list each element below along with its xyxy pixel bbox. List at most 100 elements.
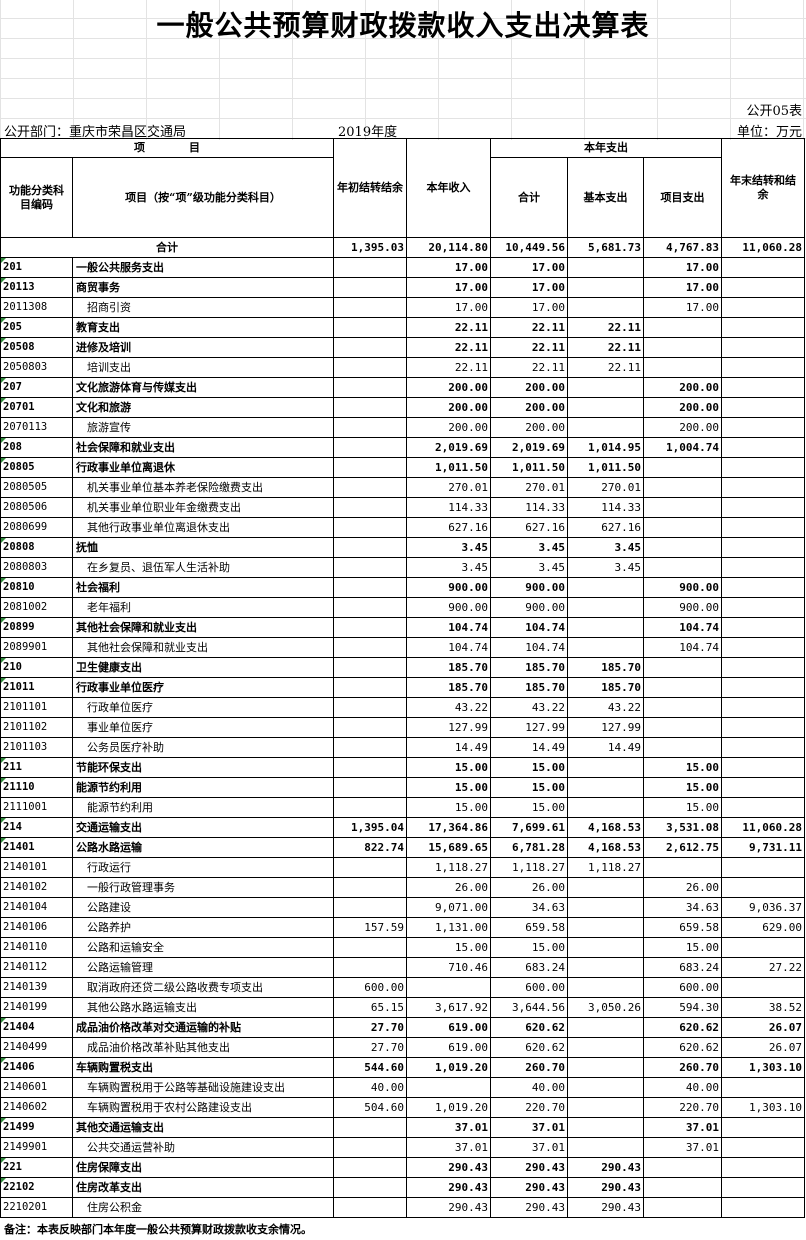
row-basic (567, 877, 644, 898)
row-end (721, 497, 805, 518)
table-row: 2140139 取消政府还贷二级公路收费专项支出 600.00 600.00 600.0… (0, 977, 805, 998)
row-subtotal: 114.33 (490, 497, 568, 518)
row-project: 200.00 (643, 417, 722, 438)
row-code: 2070113 (0, 417, 73, 438)
row-basic (567, 277, 644, 298)
row-subtotal: 37.01 (490, 1137, 568, 1158)
row-begin (333, 857, 407, 878)
row-basic (567, 597, 644, 618)
row-project: 37.01 (643, 1117, 722, 1138)
row-project: 17.00 (643, 297, 722, 318)
row-begin: 600.00 (333, 977, 407, 998)
row-code: 21404 (0, 1017, 73, 1038)
table-row: 2101101 行政单位医疗 43.22 43.22 43.22 (0, 697, 805, 718)
row-project: 17.00 (643, 257, 722, 278)
row-begin: 40.00 (333, 1077, 407, 1098)
row-project (643, 697, 722, 718)
row-name: 其他社会保障和就业支出 (72, 637, 334, 658)
row-subtotal: 37.01 (490, 1117, 568, 1138)
row-code: 207 (0, 377, 73, 398)
row-basic: 627.16 (567, 517, 644, 538)
row-end (721, 637, 805, 658)
row-subtotal: 7,699.61 (490, 817, 568, 838)
row-basic: 290.43 (567, 1197, 644, 1218)
row-income (406, 977, 491, 998)
header-code: 功能分类科目编码 (0, 157, 73, 238)
table-row: 21011 行政事业单位医疗 185.70 185.70 185.70 (0, 677, 805, 698)
row-code: 214 (0, 817, 73, 838)
table-row: 21406 车辆购置税支出 544.60 1,019.20 260.70 260.70 1,… (0, 1057, 805, 1078)
row-project: 659.58 (643, 917, 722, 938)
row-subtotal: 200.00 (490, 397, 568, 418)
row-end (721, 737, 805, 758)
row-begin (333, 357, 407, 378)
row-end (721, 517, 805, 538)
total-label: 合计 (0, 237, 334, 258)
row-code: 211 (0, 757, 73, 778)
row-project (643, 477, 722, 498)
row-code: 2080803 (0, 557, 73, 578)
table-row: 2140199 其他公路水路运输支出 65.15 3,617.92 3,644.56 3,… (0, 997, 805, 1018)
cell-marker-icon (1, 838, 6, 843)
row-begin (333, 497, 407, 518)
row-basic: 114.33 (567, 497, 644, 518)
row-begin: 822.74 (333, 837, 407, 858)
row-begin (333, 317, 407, 338)
table-row: 2140101 行政运行 1,118.27 1,118.27 1,118.27 (0, 857, 805, 878)
row-code: 201 (0, 257, 73, 278)
row-income: 17.00 (406, 277, 491, 298)
row-income: 22.11 (406, 317, 491, 338)
row-code: 2140110 (0, 937, 73, 958)
row-project: 900.00 (643, 577, 722, 598)
row-subtotal: 659.58 (490, 917, 568, 938)
row-project (643, 357, 722, 378)
cell-marker-icon (1, 398, 6, 403)
row-name: 文化旅游体育与传媒支出 (72, 377, 334, 398)
row-name: 机关事业单位职业年金缴费支出 (72, 497, 334, 518)
row-project: 104.74 (643, 617, 722, 638)
table-row: 22102 住房改革支出 290.43 290.43 290.43 (0, 1177, 805, 1198)
row-project: 683.24 (643, 957, 722, 978)
row-project: 15.00 (643, 937, 722, 958)
row-begin (333, 377, 407, 398)
row-code: 221 (0, 1157, 73, 1178)
row-project (643, 337, 722, 358)
row-subtotal: 22.11 (490, 357, 568, 378)
header-item-name: 项目（按“项”级功能分类科目） (72, 157, 334, 238)
row-basic: 290.43 (567, 1157, 644, 1178)
row-end (721, 877, 805, 898)
row-basic (567, 897, 644, 918)
row-name: 一般行政管理事务 (72, 877, 334, 898)
row-end: 26.07 (721, 1037, 805, 1058)
table-row: 2140112 公路运输管理 710.46 683.24 683.24 27.22 (0, 957, 805, 978)
row-income: 17.00 (406, 297, 491, 318)
row-end (721, 777, 805, 798)
row-income: 270.01 (406, 477, 491, 498)
row-subtotal: 104.74 (490, 617, 568, 638)
row-subtotal: 3.45 (490, 537, 568, 558)
row-basic (567, 1117, 644, 1138)
table-row: 2111001 能源节约利用 15.00 15.00 15.00 (0, 797, 805, 818)
row-code: 2101103 (0, 737, 73, 758)
row-income: 1,019.20 (406, 1097, 491, 1118)
row-project: 37.01 (643, 1137, 722, 1158)
row-end (721, 297, 805, 318)
row-begin (333, 937, 407, 958)
table-row: 2080803 在乡复员、退伍军人生活补助 3.45 3.45 3.45 (0, 557, 805, 578)
row-basic (567, 977, 644, 998)
row-code: 208 (0, 437, 73, 458)
row-name: 住房保障支出 (72, 1157, 334, 1178)
row-income: 3.45 (406, 557, 491, 578)
row-subtotal: 1,011.50 (490, 457, 568, 478)
row-subtotal: 600.00 (490, 977, 568, 998)
row-project (643, 857, 722, 878)
row-name: 老年福利 (72, 597, 334, 618)
row-end (721, 657, 805, 678)
row-basic: 14.49 (567, 737, 644, 758)
row-name: 旅游宣传 (72, 417, 334, 438)
row-subtotal: 620.62 (490, 1037, 568, 1058)
cell-marker-icon (1, 1058, 6, 1063)
row-basic: 43.22 (567, 697, 644, 718)
row-subtotal: 260.70 (490, 1057, 568, 1078)
row-basic (567, 297, 644, 318)
